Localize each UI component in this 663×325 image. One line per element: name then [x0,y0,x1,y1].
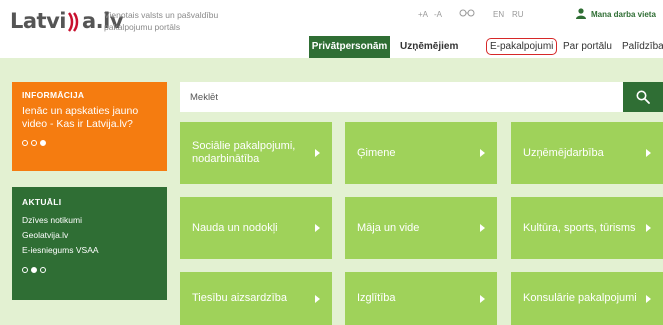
nav-businesses[interactable]: Uzņēmējiem [400,36,458,58]
arrow-right-icon [480,224,485,232]
info-slider-dots [22,140,157,146]
news-title: AKTUĀLI [22,197,62,207]
arrow-right-icon [315,224,320,232]
user-icon [576,8,586,21]
tile-label: Kultūra, sports, tūrisms [523,221,636,234]
arrow-right-icon [480,149,485,157]
tile-label: Sociālie pakalpojumi, nodarbinātība [192,140,296,165]
accessibility-icon[interactable] [459,8,475,20]
search-button[interactable] [623,82,663,112]
tile-money-taxes[interactable]: Nauda un nodokļi [180,197,332,259]
nav-private-persons[interactable]: Privātpersonām [309,36,390,64]
nav-e-services[interactable]: E-pakalpojumi [486,38,558,55]
tile-legal-protection[interactable]: Tiesību aizsardzība [180,272,332,325]
slider-dot[interactable] [40,267,46,273]
slider-dot[interactable] [22,140,28,146]
arrow-right-icon [646,224,651,232]
tile-family[interactable]: Ģimene [345,122,497,184]
main-content: INFORMĀCIJA Ienāc un apskaties jauno vid… [0,58,663,325]
search-input[interactable] [180,82,623,112]
arrow-right-icon [646,294,651,303]
news-list: Dzīves notikumi Geolatvija.lv E-iesniegu… [22,213,157,258]
tile-home-environment[interactable]: Māja un vide [345,197,497,259]
nav-help[interactable]: Palīdzība [622,36,663,58]
tile-label: Uzņēmējdarbība [523,146,604,159]
font-decrease-button[interactable]: -A [434,10,442,19]
info-text[interactable]: Ienāc un apskaties jauno video - Kas ir … [22,105,157,131]
arrow-right-icon [480,294,485,303]
font-increase-button[interactable]: +A [418,10,428,19]
news-item[interactable]: Dzīves notikumi [22,213,157,228]
info-banner[interactable]: INFORMĀCIJA Ienāc un apskaties jauno vid… [12,82,167,171]
my-workplace-link[interactable]: Mana darba vieta [591,10,656,19]
arrow-right-icon [315,294,320,303]
search-icon [636,90,650,104]
slider-dot-active[interactable] [31,267,37,273]
search-bar [180,82,663,112]
tile-entrepreneurship[interactable]: Uzņēmējdarbība [511,122,663,184]
tile-culture-sports-tourism[interactable]: Kultūra, sports, tūrisms [511,197,663,259]
slider-dot-active[interactable] [40,140,46,146]
info-title: INFORMĀCIJA [22,90,85,100]
nav-about-portal[interactable]: Par portālu [563,36,612,58]
lang-ru-link[interactable]: RU [512,10,524,19]
tile-label: Konsulārie pakalpojumi [523,292,637,304]
tile-label: Izglītība [357,292,396,304]
arrow-right-icon [315,149,320,157]
main-nav: Privātpersonām Uzņēmējiem E-pakalpojumi … [0,36,663,64]
tile-label: Māja un vide [357,221,420,234]
slider-dot[interactable] [31,140,37,146]
tile-label: Nauda un nodokļi [192,221,278,234]
tile-education[interactable]: Izglītība [345,272,497,325]
news-slider-dots [22,267,157,273]
utility-bar: +A -A EN RU Mana darba vieta [0,8,663,22]
news-panel: AKTUĀLI Dzīves notikumi Geolatvija.lv E-… [12,187,167,300]
lang-en-link[interactable]: EN [493,10,504,19]
tile-consular-services[interactable]: Konsulārie pakalpojumi [511,272,663,325]
news-item[interactable]: E-iesniegums VSAA [22,243,157,258]
tile-label: Ģimene [357,146,396,159]
tile-social-services[interactable]: Sociālie pakalpojumi, nodarbinātība [180,122,332,184]
slider-dot[interactable] [22,267,28,273]
news-item[interactable]: Geolatvija.lv [22,228,157,243]
tile-label: Tiesību aizsardzība [192,292,287,304]
arrow-right-icon [646,149,651,157]
